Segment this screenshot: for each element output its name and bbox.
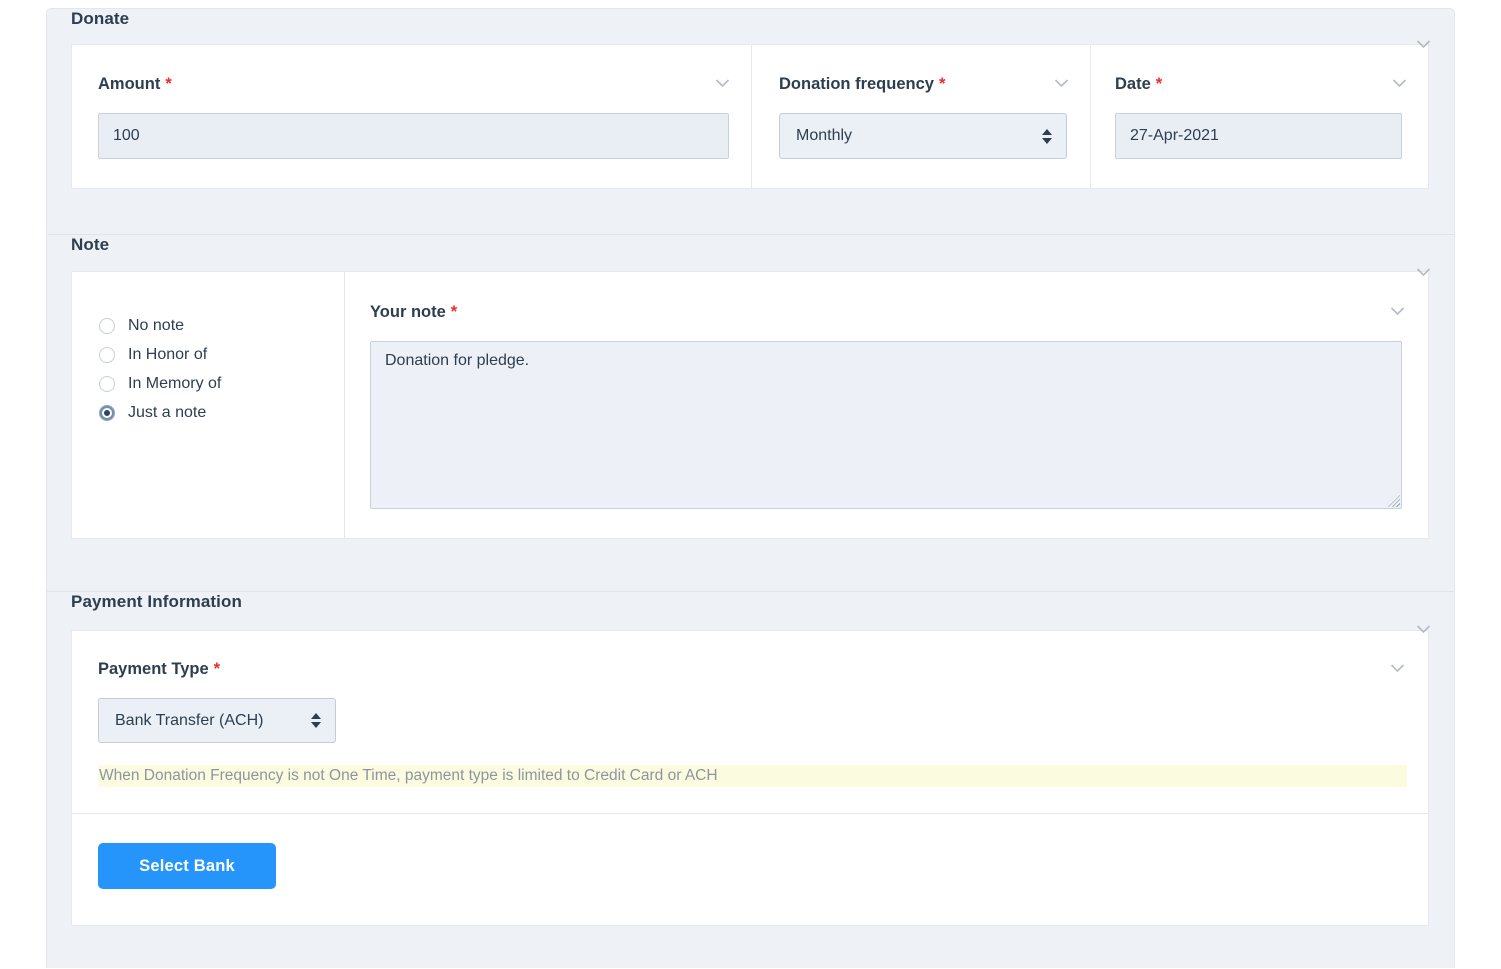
section-title-payment-information: Payment Information bbox=[71, 592, 1429, 612]
date-label: Date* bbox=[1115, 74, 1162, 94]
payment-type-select[interactable]: Bank Transfer (ACH) bbox=[98, 698, 336, 743]
frequency-label: Donation frequency* bbox=[779, 74, 945, 94]
amount-input[interactable] bbox=[98, 113, 729, 159]
frequency-select[interactable]: Monthly bbox=[779, 113, 1067, 159]
required-asterisk: * bbox=[214, 659, 220, 679]
payment-type-select-value: Bank Transfer (ACH) bbox=[115, 712, 263, 730]
section-title-donate: Donate bbox=[71, 9, 1429, 29]
chevron-down-icon[interactable] bbox=[1390, 306, 1405, 316]
required-asterisk: * bbox=[1156, 74, 1162, 94]
your-note-label: Your note* bbox=[370, 302, 457, 322]
frequency-field-group: Donation frequency* Monthly bbox=[751, 45, 1090, 188]
section-payment-information: Payment Information Payment Type* Bank T… bbox=[47, 591, 1454, 969]
donate-fields-row: Amount* Donation frequency* Monthly bbox=[71, 44, 1429, 189]
donation-form-panel: Donate Amount* Donation frequen bbox=[46, 8, 1455, 968]
payment-actions: Select Bank bbox=[72, 814, 1428, 889]
section-donate: Donate Amount* Donation frequen bbox=[47, 9, 1454, 234]
radio-icon bbox=[99, 318, 115, 334]
radio-icon bbox=[99, 347, 115, 363]
chevron-down-icon[interactable] bbox=[1054, 78, 1069, 88]
required-asterisk: * bbox=[939, 74, 945, 94]
amount-field-group: Amount* bbox=[72, 45, 751, 188]
chevron-down-icon[interactable] bbox=[715, 78, 730, 88]
required-asterisk: * bbox=[451, 302, 457, 322]
payment-type-warning: When Donation Frequency is not One Time,… bbox=[98, 765, 1407, 787]
payment-type-label: Payment Type* bbox=[98, 659, 220, 679]
chevron-down-icon[interactable] bbox=[1390, 663, 1405, 673]
date-field-group: Date* bbox=[1090, 45, 1428, 188]
your-note-textarea[interactable]: Donation for pledge. bbox=[370, 341, 1402, 509]
radio-selected-icon bbox=[99, 405, 115, 421]
required-asterisk: * bbox=[165, 74, 171, 94]
section-title-note: Note bbox=[71, 235, 1429, 255]
section-note: Note No note In Honor of In Memory of bbox=[47, 234, 1454, 591]
chevron-down-icon[interactable] bbox=[1392, 78, 1407, 88]
radio-icon bbox=[99, 376, 115, 392]
note-fields-row: No note In Honor of In Memory of Just a … bbox=[71, 271, 1429, 539]
note-option-in-memory-of[interactable]: In Memory of bbox=[99, 376, 344, 392]
amount-label: Amount* bbox=[98, 74, 172, 94]
note-option-no-note[interactable]: No note bbox=[99, 318, 344, 334]
note-option-just-a-note[interactable]: Just a note bbox=[99, 405, 344, 421]
your-note-field-group: Your note* Donation for pledge. bbox=[344, 272, 1428, 538]
select-arrows-icon bbox=[1042, 129, 1052, 144]
frequency-select-value: Monthly bbox=[796, 127, 852, 145]
note-type-options: No note In Honor of In Memory of Just a … bbox=[72, 272, 344, 538]
select-bank-button[interactable]: Select Bank bbox=[98, 843, 276, 889]
note-option-in-honor-of[interactable]: In Honor of bbox=[99, 347, 344, 363]
payment-fields-card: Payment Type* Bank Transfer (ACH) When D… bbox=[71, 630, 1429, 926]
date-input[interactable] bbox=[1115, 113, 1402, 159]
payment-type-field-group: Payment Type* Bank Transfer (ACH) When D… bbox=[72, 631, 1428, 814]
select-arrows-icon bbox=[311, 713, 321, 728]
